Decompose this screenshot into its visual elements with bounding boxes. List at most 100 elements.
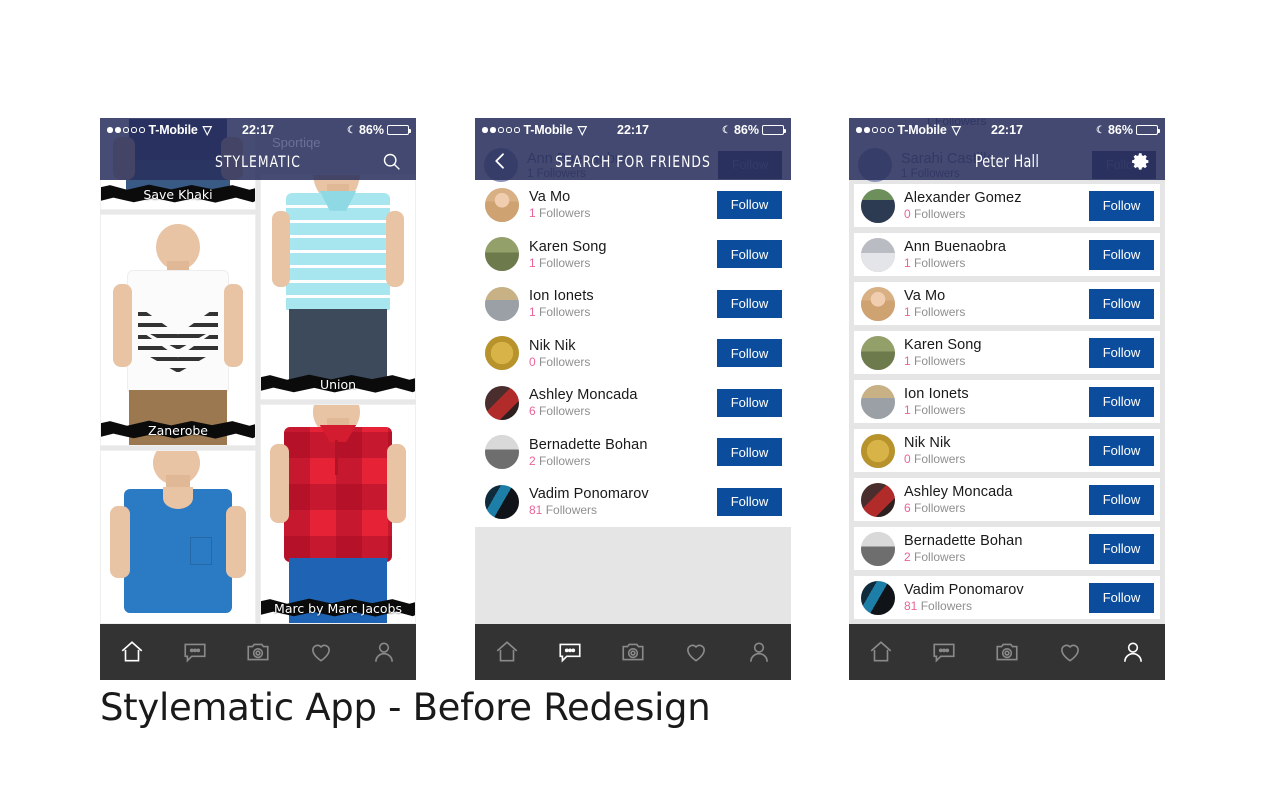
product-brand-label: Zanerobe [148,422,208,438]
followers-label: Followers [910,550,966,564]
friend-list: Alexander Gomez 0 Followers Follow Ann Buen… [849,182,1165,624]
tab-bar [475,624,791,680]
list-item[interactable]: Va Mo 1 Followers Follow [854,282,1160,325]
friend-list-container: Va Mo 1 Followers Follow Karen Song 1 Follow… [475,118,791,624]
page-title: Peter Hall [974,151,1040,171]
friend-list: Va Mo 1 Followers Follow Karen Song 1 Follow… [475,180,791,527]
page-title: SEARCH FOR FRIENDS [555,151,711,171]
user-meta: Va Mo 1 Followers [904,288,965,319]
list-item[interactable]: Ashley Moncada 6 Followers Follow [475,378,791,428]
list-item[interactable]: Va Mo 1 Followers Follow [475,180,791,230]
list-item[interactable]: Ashley Moncada 6 Followers Follow [854,478,1160,521]
battery-icon [387,125,411,135]
follow-button[interactable]: Follow [1089,484,1154,515]
brand-banner: Zanerobe [101,419,255,441]
slide-caption: Stylematic App - Before Redesign [100,686,711,729]
user-followers: 1 Followers [529,305,594,319]
list-item[interactable]: Nik Nik 0 Followers Follow [475,328,791,378]
avatar [861,188,895,223]
list-item[interactable]: Alexander Gomez 0 Followers Follow [854,184,1160,227]
avatar-image [485,484,519,519]
avatar-image [861,482,895,517]
follow-button[interactable]: Follow [1089,337,1154,368]
list-item[interactable]: Karen Song 1 Followers Follow [475,229,791,279]
friend-list-container: Alexander Gomez 0 Followers Follow Ann Buen… [849,118,1165,624]
tab-profile[interactable] [737,632,781,672]
list-item[interactable]: Bernadette Bohan 2 Followers Follow [475,427,791,477]
moon-icon: ☾ [722,124,731,136]
tab-home[interactable] [859,632,903,672]
follow-button[interactable]: Follow [717,190,782,219]
follow-button[interactable]: Follow [1089,582,1154,613]
follower-count: 1 [904,256,911,270]
product-card[interactable]: Union [260,174,416,400]
status-battery: ☾ 86% [1096,123,1160,137]
list-item[interactable]: Nik Nik 0 Followers Follow [854,429,1160,472]
tab-camera[interactable] [985,632,1029,672]
search-icon[interactable] [376,146,406,176]
follower-count: 0 [904,207,911,221]
follow-button[interactable]: Follow [717,289,782,318]
user-followers: 2 Followers [529,454,648,468]
list-item[interactable]: Ion Ionets 1 Followers Follow [475,279,791,329]
follow-button[interactable]: Follow [717,388,782,417]
follow-button[interactable]: Follow [1089,239,1154,270]
avatar-image [485,187,519,222]
follow-button[interactable]: Follow [717,438,782,467]
follow-button[interactable]: Follow [1089,533,1154,564]
list-item[interactable]: Karen Song 1 Followers Follow [854,331,1160,374]
tab-messages[interactable] [548,632,592,672]
battery-percent: 86% [1107,123,1133,137]
follow-button[interactable]: Follow [1089,386,1154,417]
tab-home[interactable] [485,632,529,672]
avatar-image [485,237,519,272]
follower-count: 6 [529,404,536,419]
list-item[interactable]: Vadim Ponomarov 81 Followers Follow [854,576,1160,619]
user-meta: Ann Buenaobra 1 Followers [904,239,1006,270]
tab-profile[interactable] [1111,632,1155,672]
tab-likes[interactable] [299,632,343,672]
followers-label: Followers [535,354,591,369]
tab-home[interactable] [110,632,154,672]
follow-button[interactable]: Follow [1089,190,1154,221]
list-item[interactable]: Bernadette Bohan 2 Followers Follow [854,527,1160,570]
user-name: Bernadette Bohan [904,533,1023,549]
follow-button[interactable]: Follow [1089,435,1154,466]
avatar [485,385,519,420]
follow-button[interactable]: Follow [717,240,782,269]
avatar [861,335,895,370]
list-item[interactable]: Ann Buenaobra 1 Followers Follow [854,233,1160,276]
tab-camera[interactable] [236,632,280,672]
followers-label: Followers [917,599,973,613]
moon-icon: ☾ [347,124,356,136]
user-meta: Ion Ionets 1 Followers [904,386,969,417]
follow-button[interactable]: Follow [717,487,782,516]
back-chevron-icon[interactable] [485,146,515,176]
avatar [861,384,895,419]
user-meta: Va Mo 1 Followers [529,189,590,220]
user-followers: 1 Followers [904,305,965,319]
product-card[interactable] [100,450,256,624]
battery-icon [762,125,786,135]
user-name: Karen Song [904,337,982,353]
follower-count: 1 [904,354,911,368]
follow-button[interactable]: Follow [717,339,782,368]
avatar [861,580,895,615]
gear-icon[interactable] [1125,146,1155,176]
list-item[interactable]: Ion Ionets 1 Followers Follow [854,380,1160,423]
avatar [485,187,519,222]
list-item[interactable]: Vadim Ponomarov 81 Followers Follow [475,477,791,527]
tab-camera[interactable] [611,632,655,672]
avatar-image [861,580,895,615]
tab-messages[interactable] [922,632,966,672]
user-meta: Karen Song 1 Followers [904,337,982,368]
product-card[interactable]: Zanerobe [100,214,256,446]
follow-button[interactable]: Follow [1089,288,1154,319]
tab-likes[interactable] [1048,632,1092,672]
tab-messages[interactable] [173,632,217,672]
tab-profile[interactable] [362,632,406,672]
tab-likes[interactable] [674,632,718,672]
product-card[interactable]: Marc by Marc Jacobs [260,404,416,624]
follower-count: 1 [529,305,536,320]
user-followers: 1 Followers [904,256,1006,270]
